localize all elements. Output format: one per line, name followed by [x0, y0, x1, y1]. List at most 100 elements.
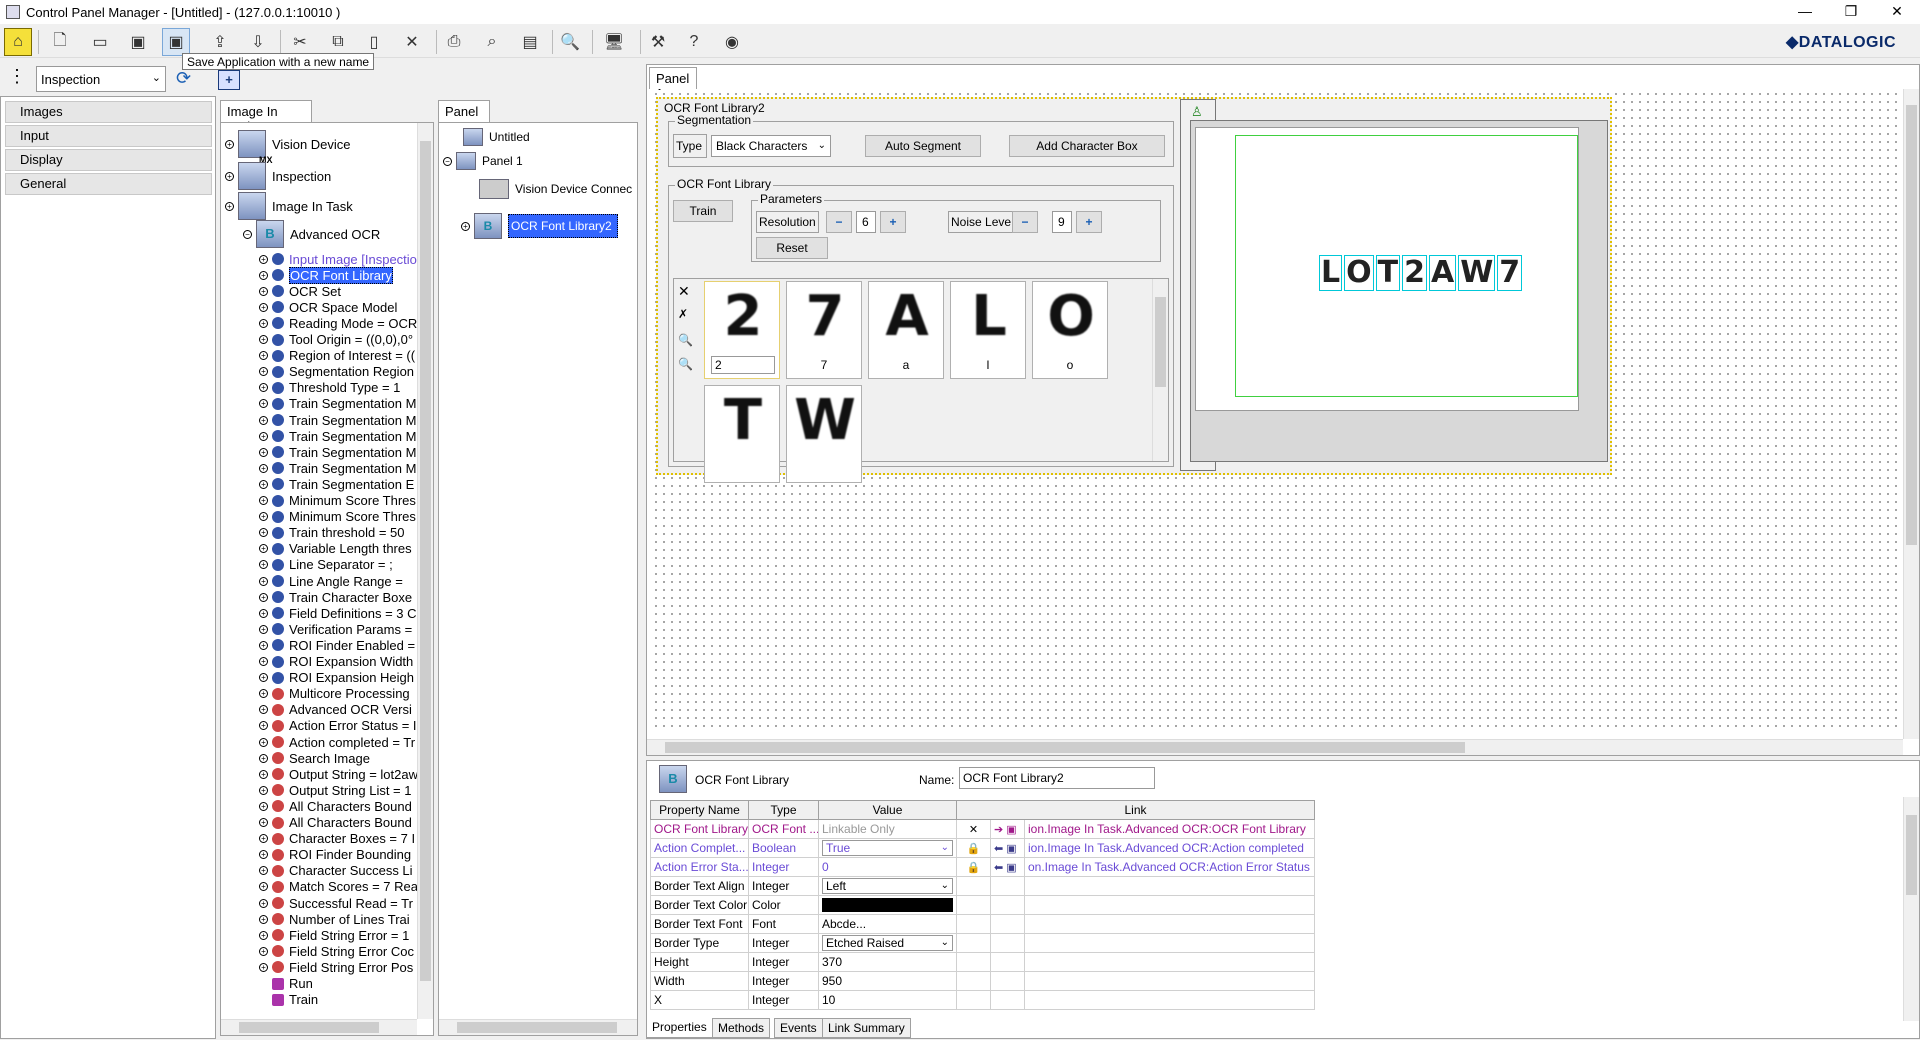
save-as-icon[interactable]: ▣ [162, 28, 190, 56]
tree-param-node[interactable]: + Line Separator = ; [259, 557, 393, 573]
char-label-input[interactable] [711, 356, 775, 374]
nav-input[interactable]: Input [5, 125, 212, 147]
remove-char-icon[interactable]: ✗ [678, 307, 688, 321]
character-cell[interactable]: Aa [868, 281, 944, 379]
tree-param-node[interactable]: + OCR Set [259, 283, 341, 299]
tab-properties[interactable]: Properties [646, 1018, 713, 1038]
expand-icon[interactable]: + [259, 318, 268, 328]
clear-link-icon[interactable]: ✕ [956, 819, 991, 839]
help-icon[interactable]: ? [680, 28, 708, 56]
expand-icon[interactable]: + [259, 866, 268, 876]
tree-param-node[interactable]: + Region of Interest = (( [259, 348, 415, 364]
property-row[interactable]: OCR Font Library OCR Font ... Linkable Onl… [650, 819, 1315, 839]
tree-scrollbar-h[interactable] [221, 1019, 417, 1035]
tab-events[interactable]: Events [774, 1018, 823, 1038]
panel-node-untitled[interactable]: Untitled [463, 128, 530, 146]
expand-icon[interactable]: + [259, 850, 268, 860]
expand-icon[interactable]: + [259, 882, 268, 892]
tree-param-node[interactable]: + All Characters Bound [259, 815, 412, 831]
tree-param-node[interactable]: + Action Error Status = I [259, 718, 417, 734]
expand-icon[interactable]: + [259, 351, 268, 361]
property-link[interactable]: on.Image In Task.Advanced OCR:Action Err… [1024, 857, 1315, 877]
expand-icon[interactable]: + [259, 528, 268, 538]
tree-node-advanced-ocr[interactable]: − B Advanced OCR [243, 219, 380, 249]
expand-icon[interactable]: + [259, 689, 268, 699]
tree-param-node[interactable]: + Minimum Score Thres [259, 493, 416, 509]
expand-icon[interactable]: + [259, 592, 268, 602]
tree-param-node[interactable]: + Tool Origin = ((0,0),0° [259, 332, 413, 348]
tree-param-node[interactable]: + Train Segmentation E [259, 476, 414, 492]
minimize-button[interactable]: — [1782, 0, 1828, 24]
tree-param-node[interactable]: + Output String List = 1 [259, 782, 411, 798]
tree-param-node[interactable]: + Train Character Boxe [259, 589, 412, 605]
expand-icon[interactable]: + [259, 431, 268, 441]
tab-image-in-task[interactable]: Image In Task [220, 100, 312, 134]
lock-icon[interactable]: 🔒 [956, 838, 991, 858]
property-value[interactable]: Abcde... [818, 914, 957, 934]
tools-icon[interactable]: ⚒ [644, 28, 672, 56]
tree-param-node[interactable]: + Train Segmentation M [259, 396, 416, 412]
refresh-icon[interactable]: ⟳ [176, 68, 198, 90]
expand-icon[interactable]: + [259, 560, 268, 570]
tree-param-node[interactable]: + Variable Length thres [259, 541, 412, 557]
cut-icon[interactable]: ✂ [286, 28, 314, 56]
property-value[interactable]: 950 [818, 971, 957, 991]
character-cell[interactable]: 77 [786, 281, 862, 379]
tree-param-node[interactable]: + Verification Params = [259, 621, 412, 637]
character-cell[interactable]: 2 [704, 281, 780, 379]
panel-node-panel-1[interactable]: − Panel 1 [443, 152, 523, 170]
tree-param-node[interactable]: + Action completed = Tr [259, 734, 415, 750]
property-link[interactable] [1024, 952, 1315, 972]
expand-icon[interactable]: + [259, 254, 268, 264]
expand-icon[interactable]: + [259, 673, 268, 683]
tree-param-node[interactable]: + OCR Space Model [259, 299, 397, 315]
character-cell[interactable]: Ll [950, 281, 1026, 379]
canvas-scrollbar-v[interactable] [1903, 89, 1919, 739]
expand-icon[interactable]: + [259, 479, 268, 489]
name-input[interactable] [959, 767, 1155, 789]
panel-node-ocr-font-library[interactable]: + B OCR Font Library2 [461, 211, 618, 241]
expand-icon[interactable]: + [259, 367, 268, 377]
column-header[interactable]: Link [956, 800, 1315, 820]
zoom-out-icon[interactable]: 🔍 [678, 357, 693, 371]
character-cell[interactable]: W [786, 385, 862, 483]
reset-button[interactable]: Reset [756, 237, 828, 259]
person-icon[interactable]: ♙ [1191, 104, 1203, 120]
tree-param-node[interactable]: + OCR Font Library [259, 266, 393, 284]
expand-icon[interactable]: + [259, 576, 268, 586]
property-row[interactable]: Action Error Sta... Integer 0 🔒 ⬅ ▣ on.Image … [650, 857, 1315, 877]
tree-param-node[interactable]: Run [259, 976, 313, 992]
property-link[interactable] [1024, 914, 1315, 934]
lock-icon[interactable]: 🔒 [956, 857, 991, 877]
expand-icon[interactable]: + [259, 930, 268, 940]
tree-param-node[interactable]: + Input Image [Inspectio [259, 251, 417, 267]
column-header[interactable]: Type [748, 800, 819, 820]
copy-icon[interactable]: ⧉ [324, 28, 352, 56]
expand-icon[interactable]: + [259, 463, 268, 473]
property-value[interactable]: 10 [818, 990, 957, 1010]
panel-node-vision-device[interactable]: Vision Device Connec [479, 179, 632, 199]
expand-icon[interactable]: + [259, 447, 268, 457]
expand-icon[interactable]: + [259, 512, 268, 522]
tree-param-node[interactable]: + Field String Error Coc [259, 943, 414, 959]
tree-param-node[interactable]: + All Characters Bound [259, 798, 412, 814]
property-link[interactable] [1024, 895, 1315, 915]
nav-display[interactable]: Display [5, 149, 212, 171]
tree-param-node[interactable]: + ROI Finder Bounding [259, 847, 411, 863]
nav-general[interactable]: General [5, 173, 212, 195]
property-row[interactable]: Border Text Align Integer Left ⌄ [650, 876, 1315, 896]
property-link[interactable] [1024, 933, 1315, 953]
panel-tree-scrollbar-h[interactable] [439, 1019, 637, 1035]
property-row[interactable]: Border Type Integer Etched Raised ⌄ [650, 933, 1315, 953]
tree-param-node[interactable]: + Number of Lines Trai [259, 911, 410, 927]
property-link[interactable]: ion.Image In Task.Advanced OCR:OCR Font … [1024, 819, 1315, 839]
tree-param-node[interactable]: + Character Success Li [259, 863, 413, 879]
about-icon[interactable]: ◉ [718, 28, 746, 56]
expand-icon[interactable]: + [225, 201, 234, 211]
mode-select[interactable]: Inspection ⌄ [36, 66, 166, 92]
add-button[interactable]: + [218, 70, 240, 90]
tree-param-node[interactable]: + Minimum Score Thres [259, 509, 416, 525]
canvas-scrollbar-h[interactable] [647, 739, 1903, 755]
expand-icon[interactable]: + [259, 399, 268, 409]
tree-param-node[interactable]: + Search Image [259, 750, 370, 766]
